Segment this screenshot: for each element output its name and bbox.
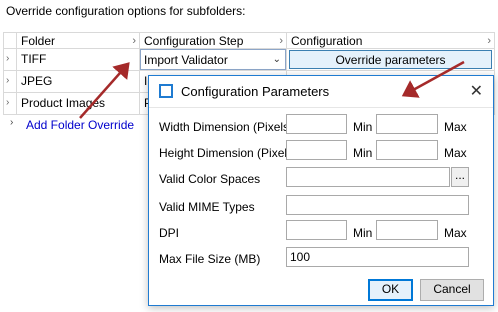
annotation-arrows [79, 60, 465, 119]
annotation-arrow [79, 62, 130, 119]
annotation-arrow [401, 60, 465, 98]
